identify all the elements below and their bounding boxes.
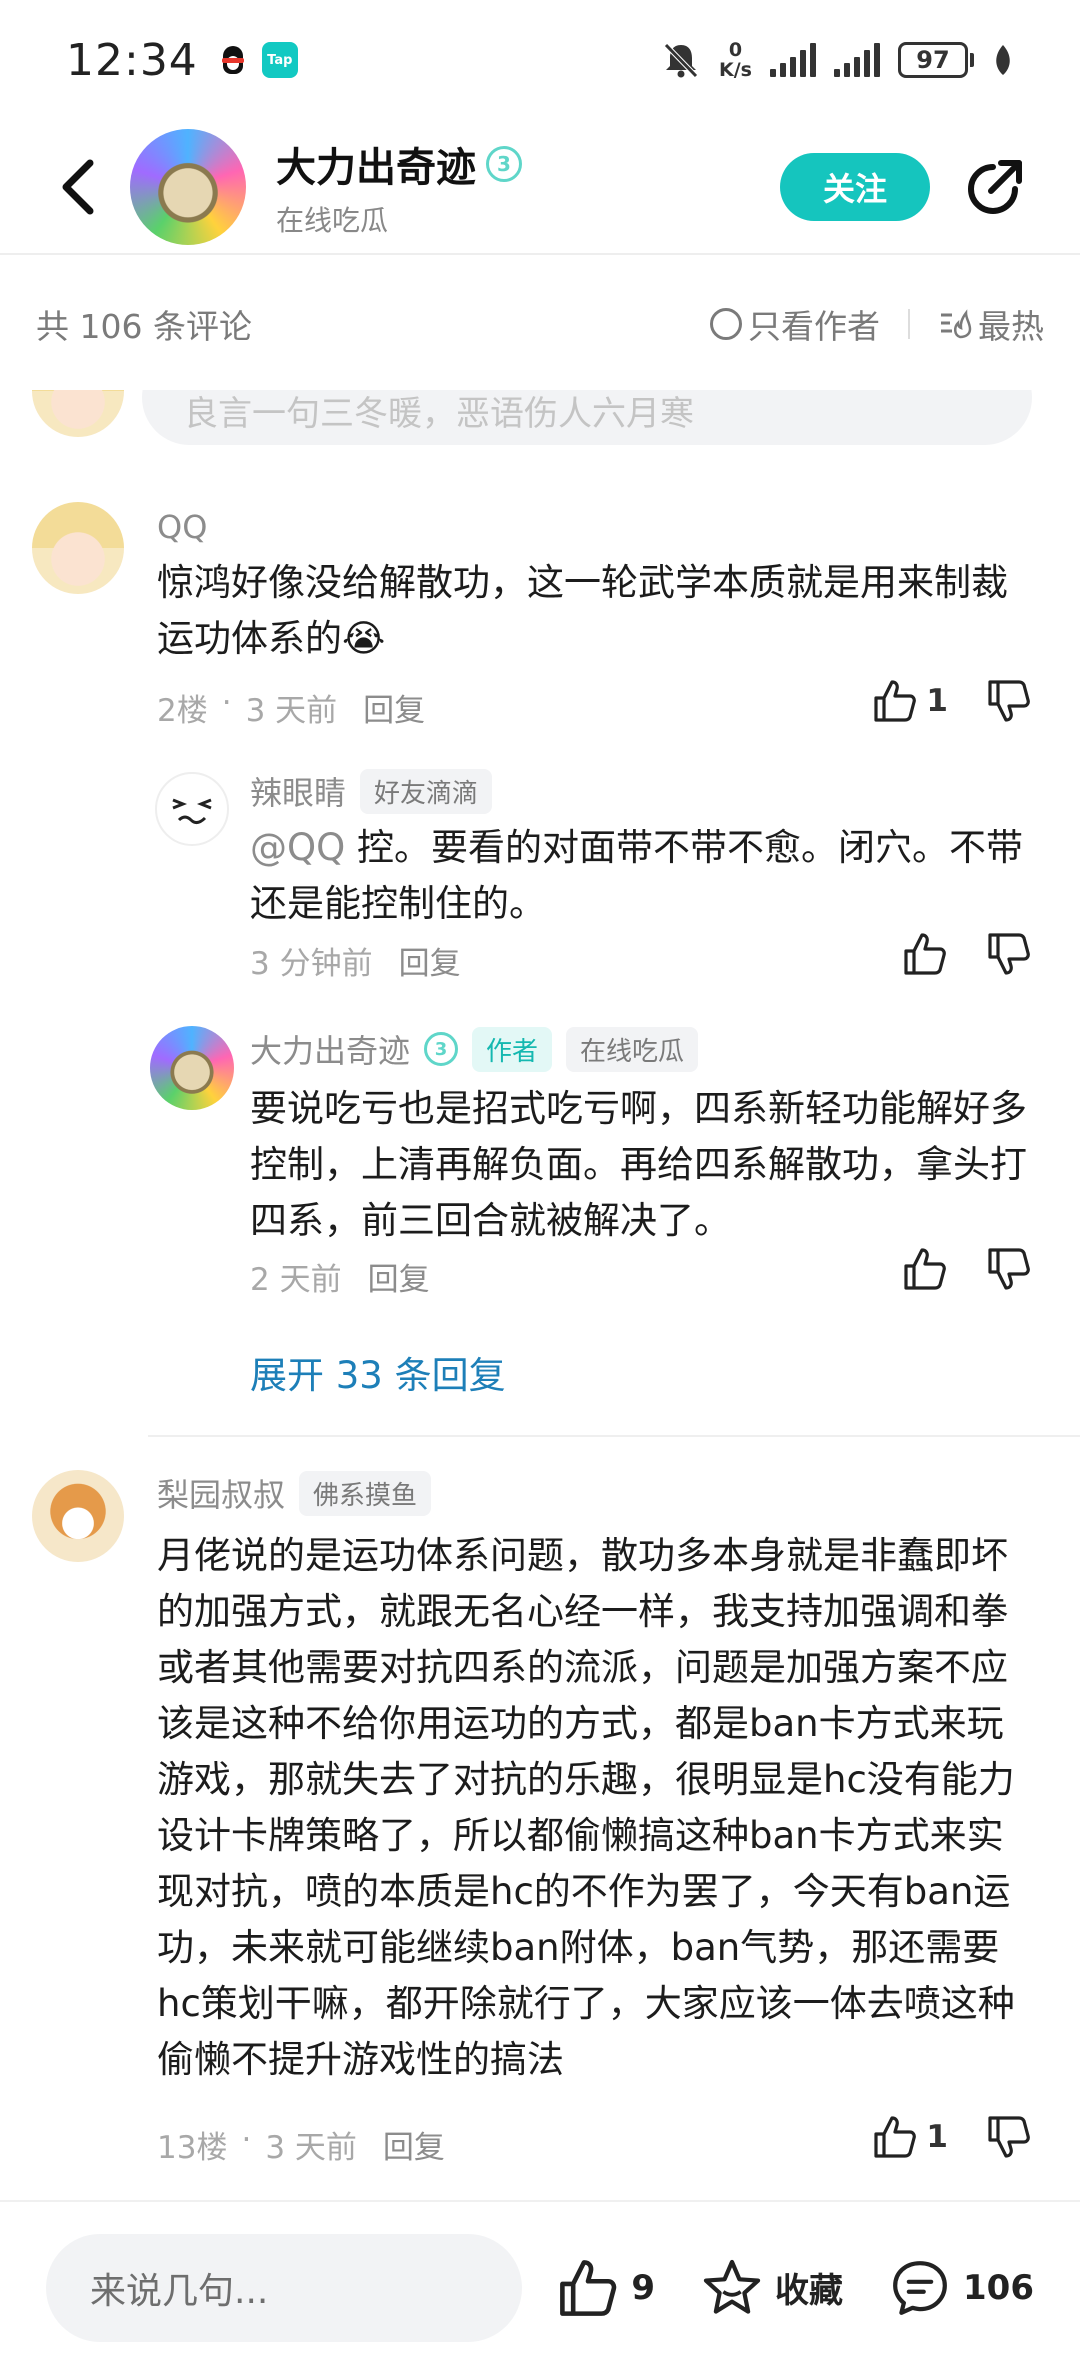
like-button[interactable]	[902, 1246, 948, 1292]
comment-username[interactable]: 梨园叔叔	[157, 1470, 285, 1516]
follow-button[interactable]: 关注	[780, 152, 930, 221]
reply-meta: 2 天前 回复	[250, 1254, 430, 1299]
thumb-down-icon	[988, 2116, 1030, 2158]
star-icon	[703, 2259, 761, 2314]
reply-text: @QQ 控。要看的对面带不带不愈。闭穴。不带还是能控制住的。	[250, 826, 1024, 925]
comment-text: 惊鸿好像没给解散功，这一轮武学本质就是用来制裁运功体系的😭	[157, 561, 1008, 660]
taptap-notification-icon: Tap	[261, 42, 298, 78]
thumb-up-icon	[874, 680, 917, 722]
comment-floor: 13楼	[157, 2130, 228, 2166]
expand-replies-link[interactable]: 展开 33 条回复	[250, 1345, 506, 1399]
comment-filter-bar: 共 106 条评论 只看作者 最热	[0, 257, 1080, 390]
author-avatar[interactable]	[130, 128, 246, 245]
comment-icon	[893, 2260, 947, 2315]
comment-text: 月佬说的是运功体系问题，散功多本身就是非蠢即坏的加强方式，就跟无名心经一样，我支…	[157, 1534, 1015, 2081]
squint-face-icon	[172, 798, 212, 825]
back-button[interactable]	[48, 157, 108, 217]
divider	[148, 1435, 1080, 1437]
comments-button[interactable]: 106	[889, 2257, 1034, 2319]
reply-username[interactable]: 大力出奇迹	[250, 1026, 410, 1072]
partial-comment-input-row: 良言一句三冬暖，恶语伤人六月寒	[0, 390, 1080, 450]
divider	[908, 308, 910, 339]
level-badge: 3	[486, 145, 522, 182]
status-time: 12:34	[66, 34, 198, 86]
like-button[interactable]: 1	[872, 2114, 948, 2160]
reply-meta: 3 分钟前 回复	[250, 938, 461, 983]
reply-button[interactable]: 回复	[399, 938, 461, 983]
avatar[interactable]	[155, 772, 229, 846]
comment-time: 3 天前	[245, 693, 338, 729]
author-status: 在线吃瓜	[276, 203, 389, 237]
thumb-up-icon	[560, 2259, 617, 2316]
comment-meta: 2楼 · 3 天前 回复	[157, 685, 426, 730]
sort-hot-button[interactable]: 最热	[938, 300, 1044, 348]
reply-button[interactable]: 回复	[368, 1254, 430, 1299]
signal-2-icon	[834, 43, 880, 77]
thumb-down-icon	[988, 933, 1030, 975]
author-tag: 作者	[472, 1026, 553, 1072]
dislike-button[interactable]	[986, 678, 1032, 724]
post-header: 大力出奇迹 3 在线吃瓜 关注	[0, 120, 1080, 255]
back-arrow-icon	[62, 159, 94, 214]
avatar[interactable]	[32, 502, 124, 594]
reply-username[interactable]: 辣眼睛	[250, 768, 346, 814]
user-tag: 好友滴滴	[360, 768, 493, 814]
user-tag: 佛系摸鱼	[299, 1470, 432, 1516]
comment-username[interactable]: QQ	[157, 508, 207, 546]
sort-icon	[941, 308, 972, 338]
dislike-button[interactable]	[986, 931, 1032, 977]
reply-button[interactable]: 回复	[363, 685, 425, 730]
leaf-icon	[996, 45, 1010, 75]
dislike-button[interactable]	[986, 1246, 1032, 1292]
comment-floor: 2楼	[157, 693, 208, 729]
favorite-label: 收藏	[775, 2271, 844, 2311]
comment-time: 3 天前	[265, 2130, 357, 2166]
mute-bell-icon	[664, 43, 698, 78]
like-button[interactable]: 1	[872, 678, 948, 724]
reply-time: 3 分钟前	[250, 946, 373, 982]
signal-1-icon	[770, 43, 816, 77]
thumb-up-icon	[904, 933, 946, 975]
comment-prompt-field[interactable]: 良言一句三冬暖，恶语伤人六月寒	[142, 390, 1032, 445]
thumb-up-icon	[904, 1248, 946, 1290]
net-speed: 0 K/s	[719, 39, 752, 81]
reply-time: 2 天前	[250, 1262, 342, 1298]
level-badge: 3	[424, 1032, 459, 1066]
thumb-down-icon	[988, 680, 1030, 722]
comment-input[interactable]: 来说几句...	[46, 2233, 522, 2342]
qq-notification-icon	[218, 42, 248, 78]
share-icon	[968, 159, 1022, 214]
user-tag: 在线吃瓜	[566, 1026, 699, 1072]
avatar[interactable]	[150, 1026, 234, 1110]
avatar[interactable]	[32, 1470, 124, 1562]
thumb-up-icon	[874, 2116, 917, 2158]
favorite-button[interactable]: 收藏	[701, 2257, 843, 2319]
thumb-down-icon	[988, 1248, 1030, 1290]
like-count: 1	[926, 683, 948, 719]
author-name[interactable]: 大力出奇迹	[276, 135, 476, 193]
avatar	[32, 390, 124, 437]
mention-link[interactable]: @QQ	[250, 826, 345, 869]
like-button[interactable]	[902, 931, 948, 977]
comment-feed[interactable]: 良言一句三冬暖，恶语伤人六月寒 QQ 惊鸿好像没给解散功，这一轮武学本质就是用来…	[0, 390, 1080, 2200]
dislike-button[interactable]	[986, 2114, 1032, 2160]
bottom-action-bar: 来说几句... 9 收藏 106	[0, 2200, 1080, 2373]
only-author-toggle[interactable]: 只看作者	[710, 300, 880, 348]
like-count: 1	[926, 2119, 948, 2155]
battery-icon: 97	[898, 42, 974, 78]
reply-button[interactable]: 回复	[383, 2122, 445, 2167]
comment-count: 共 106 条评论	[36, 306, 252, 346]
comment-meta: 13楼 · 3 天前 回复	[157, 2122, 445, 2167]
comment-total: 106	[963, 2267, 1034, 2308]
reply-text: 要说吃亏也是招式吃亏啊，四系新轻功能解好多控制，上清再解负面。再给四系解散功，拿…	[250, 1087, 1027, 1242]
radio-icon	[710, 307, 742, 340]
status-bar: 12:34 Tap 0 K/s 97	[0, 0, 1080, 120]
post-like-button[interactable]: 9	[557, 2257, 655, 2319]
share-button[interactable]	[960, 152, 1030, 222]
post-like-count: 9	[631, 2267, 656, 2308]
